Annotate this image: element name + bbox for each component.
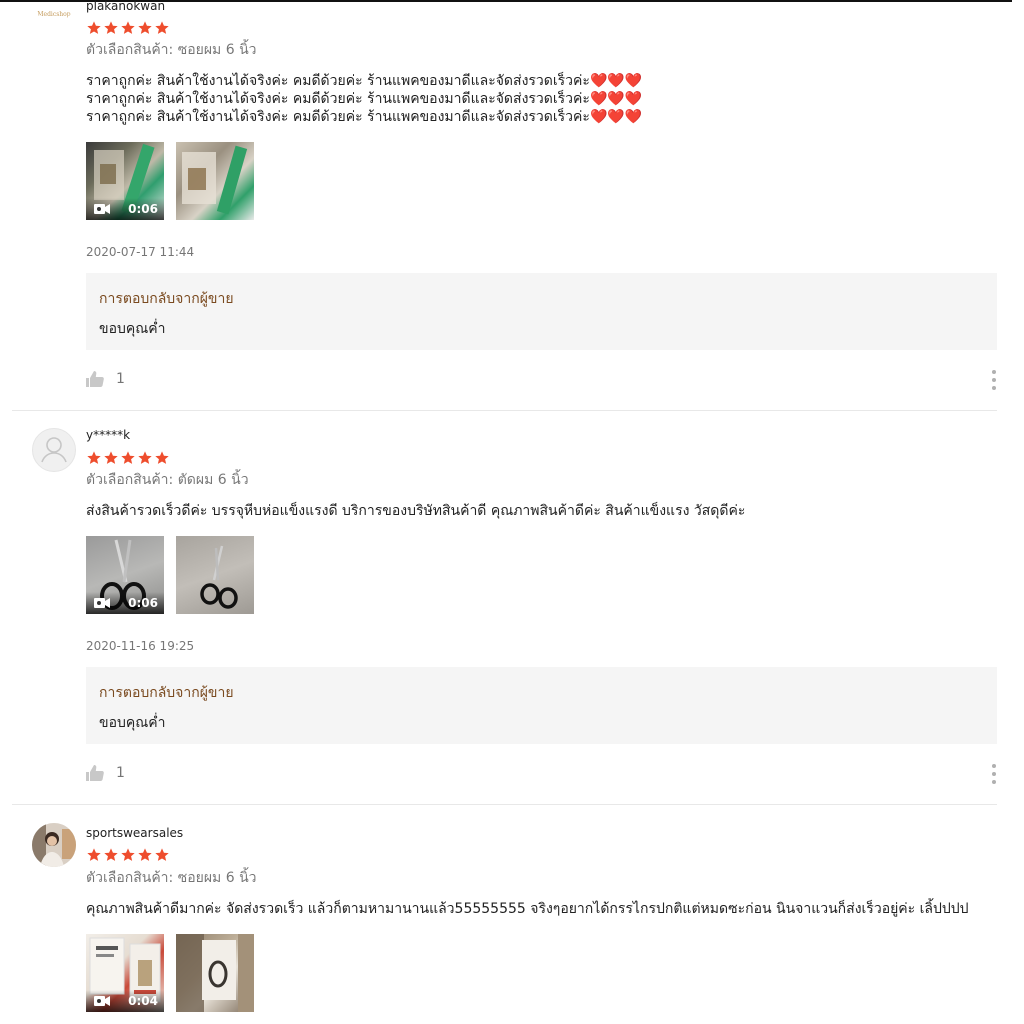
photo-thumbnail[interactable]	[176, 536, 254, 614]
heart-emojis: ❤️❤️❤️	[589, 109, 643, 125]
star-icon	[87, 451, 101, 464]
thumbs-up-icon	[86, 371, 104, 387]
product-variation: ตัวเลือกสินค้า: ซอยผม 6 นิ้ว	[86, 42, 257, 58]
product-photo	[182, 145, 248, 215]
review-divider	[12, 804, 997, 805]
more-options-button[interactable]	[988, 764, 1000, 784]
comment-line: ราคาถูกค่ะ สินค้าใช้งานได้จริงค่ะ คมดีด้…	[86, 91, 590, 107]
user-icon	[41, 437, 67, 463]
product-variation: ตัวเลือกสินค้า: ซอยผม 6 นิ้ว	[86, 870, 257, 886]
username[interactable]: y*****k	[86, 428, 130, 442]
video-thumbnail[interactable]: 0:04	[86, 934, 164, 1012]
seller-reply-text: ขอบคุณค่ำ	[99, 715, 166, 731]
star-icon	[87, 21, 101, 34]
like-count: 1	[116, 371, 125, 387]
avatar-label: Medicshop	[37, 11, 70, 18]
heart-emojis: ❤️❤️❤️	[589, 73, 643, 89]
avatar-photo	[32, 823, 76, 867]
star-icon	[155, 848, 169, 861]
review-date: 2020-11-16 19:25	[86, 639, 195, 653]
review-comment: ส่งสินค้ารวดเร็วดีค่ะ บรรจุหีบห่อแข็งแรง…	[86, 503, 746, 519]
avatar[interactable]	[32, 823, 76, 867]
photo-thumbnail[interactable]	[176, 142, 254, 220]
more-vertical-icon	[992, 764, 996, 768]
video-thumbnail[interactable]: 0:06	[86, 536, 164, 614]
more-vertical-icon	[992, 378, 996, 382]
star-icon	[121, 848, 135, 861]
review-comment: คุณภาพสินค้าดีมากค่ะ จัดส่งรวดเร็ว แล้วก…	[86, 901, 969, 917]
thumbs-up-icon	[86, 765, 104, 781]
seller-reply-title: การตอบกลับจากผู้ขาย	[99, 291, 234, 307]
like-button[interactable]: 1	[86, 371, 125, 387]
star-icon	[87, 848, 101, 861]
star-icon	[104, 21, 118, 34]
video-thumbnail[interactable]: 0:06	[86, 142, 164, 220]
video-camera-icon	[94, 204, 110, 214]
star-icon	[104, 451, 118, 464]
heart-emojis: ❤️❤️❤️	[589, 91, 643, 107]
video-duration: 0:04	[128, 994, 158, 1008]
seller-reply: การตอบกลับจากผู้ขาย ขอบคุณค่ำ	[86, 273, 997, 350]
seller-reply-title: การตอบกลับจากผู้ขาย	[99, 685, 234, 701]
product-photo	[176, 934, 254, 1012]
video-duration: 0:06	[128, 596, 158, 610]
review-media: 0:04	[86, 934, 254, 1012]
star-icon	[138, 451, 152, 464]
avatar[interactable]	[32, 428, 76, 472]
star-icon	[121, 21, 135, 34]
rating-stars	[86, 847, 170, 863]
seller-reply: การตอบกลับจากผู้ขาย ขอบคุณค่ำ	[86, 667, 997, 744]
star-icon	[155, 21, 169, 34]
username[interactable]: sportswearsales	[86, 826, 183, 840]
review-media: 0:06	[86, 142, 254, 220]
star-icon	[155, 451, 169, 464]
review-divider	[12, 410, 997, 411]
video-overlay: 0:06	[86, 592, 164, 614]
avatar[interactable]: Medicshop	[32, 0, 76, 22]
video-duration: 0:06	[128, 202, 158, 216]
star-icon	[104, 848, 118, 861]
video-overlay: 0:04	[86, 990, 164, 1012]
video-camera-icon	[94, 996, 110, 1006]
like-button[interactable]: 1	[86, 765, 125, 781]
video-camera-icon	[94, 598, 110, 608]
more-vertical-icon	[992, 780, 996, 784]
review-date: 2020-07-17 11:44	[86, 245, 195, 259]
more-vertical-icon	[992, 386, 996, 390]
comment-line: ราคาถูกค่ะ สินค้าใช้งานได้จริงค่ะ คมดีด้…	[86, 109, 590, 125]
seller-reply-text: ขอบคุณค่ำ	[99, 321, 166, 337]
rating-stars	[86, 450, 170, 466]
review-media: 0:06	[86, 536, 254, 614]
product-variation: ตัวเลือกสินค้า: ตัดผม 6 นิ้ว	[86, 472, 249, 488]
video-overlay: 0:06	[86, 198, 164, 220]
star-icon	[138, 848, 152, 861]
star-icon	[138, 21, 152, 34]
avatar-logo: Medicshop	[37, 11, 70, 18]
more-vertical-icon	[992, 370, 996, 374]
star-icon	[121, 451, 135, 464]
review-comment: ราคาถูกค่ะ สินค้าใช้งานได้จริงค่ะ คมดีด้…	[86, 72, 642, 126]
like-count: 1	[116, 765, 125, 781]
rating-stars	[86, 20, 170, 36]
more-vertical-icon	[992, 772, 996, 776]
comment-line: ราคาถูกค่ะ สินค้าใช้งานได้จริงค่ะ คมดีด้…	[86, 73, 590, 89]
username[interactable]: plakanokwan	[86, 0, 165, 13]
photo-thumbnail[interactable]	[176, 934, 254, 1012]
product-photo	[200, 545, 238, 609]
more-options-button[interactable]	[988, 370, 1000, 390]
